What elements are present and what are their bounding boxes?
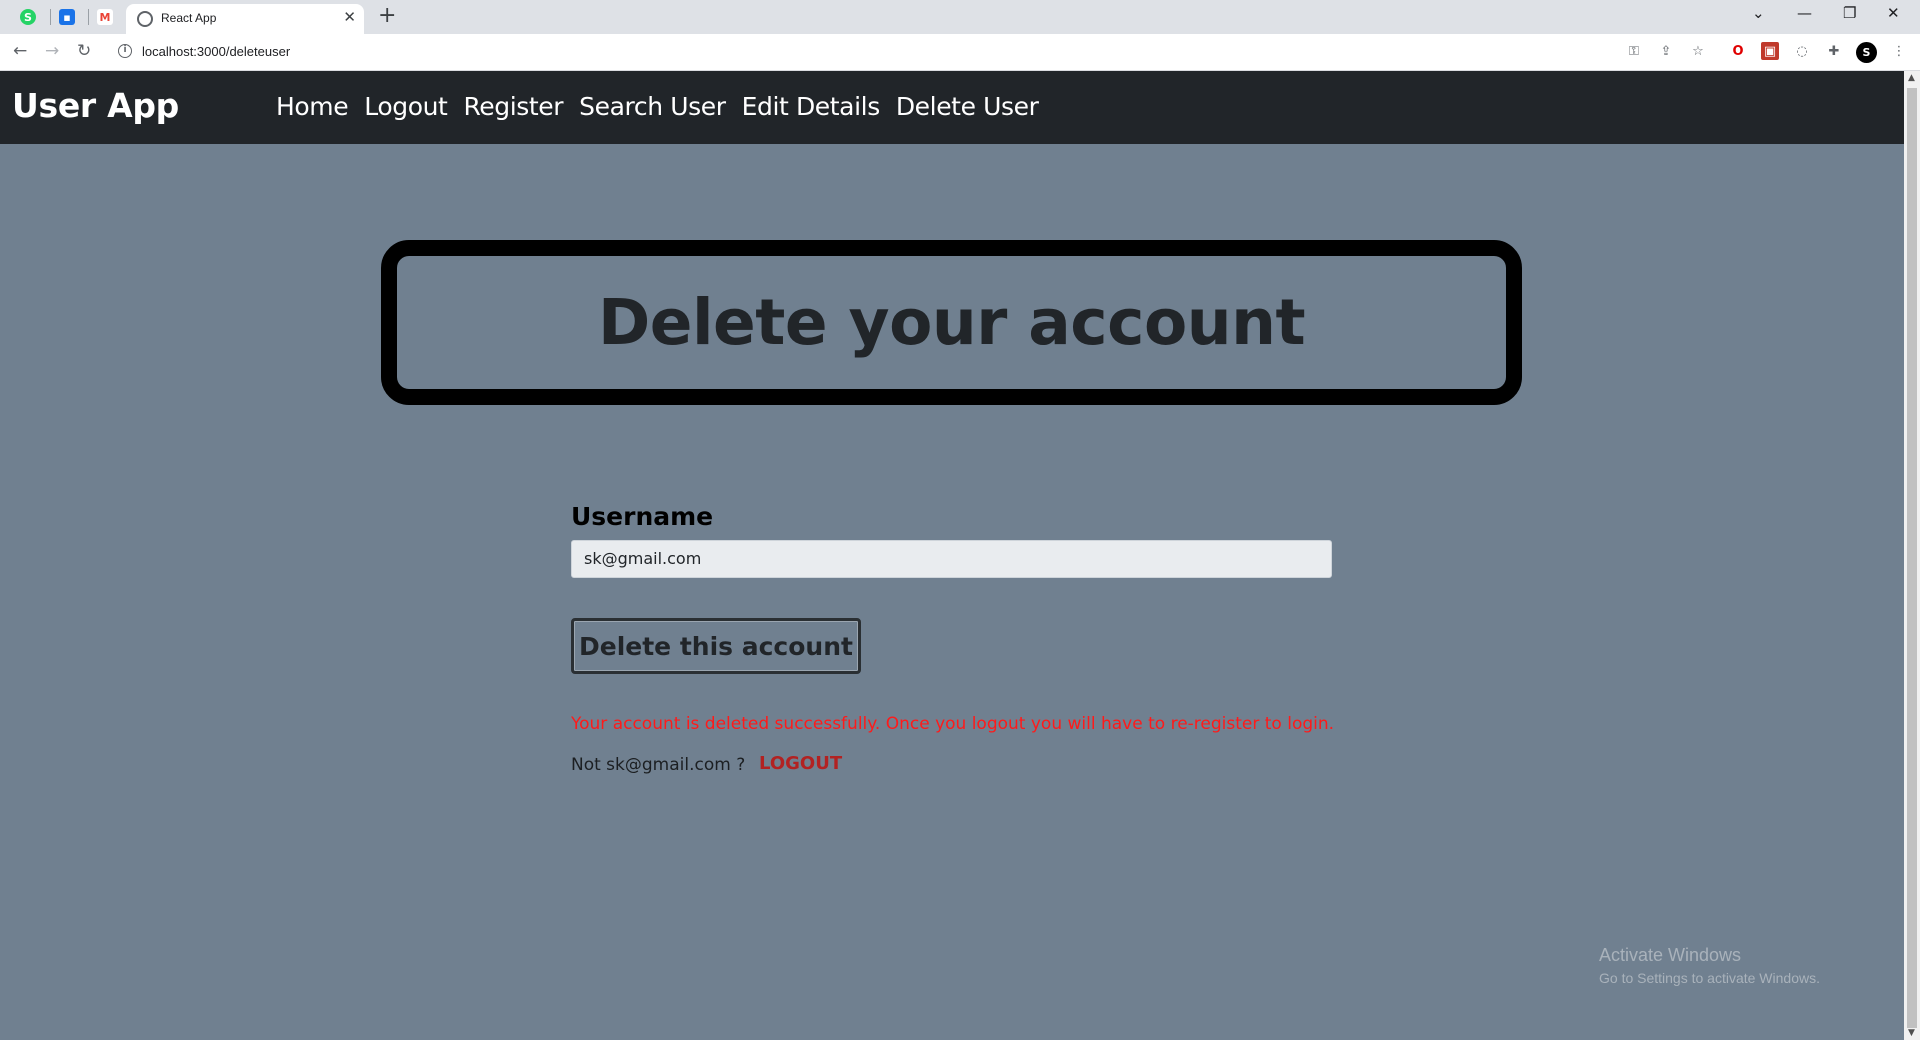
globe-icon <box>137 11 153 27</box>
scroll-down-arrow-icon[interactable]: ▼ <box>1908 1028 1915 1038</box>
pinned-tab-whatsapp[interactable]: S <box>14 6 42 28</box>
brand-logo[interactable]: User App <box>12 86 179 125</box>
minimize-icon[interactable]: — <box>1797 4 1812 22</box>
page-content: User App Home Logout Register Search Use… <box>0 71 1904 1040</box>
address-bar[interactable]: i localhost:3000/deleteuser <box>110 38 1690 66</box>
browser-toolbar: ← → ↻ i localhost:3000/deleteuser ⚿ ⇪ ☆ … <box>0 34 1920 71</box>
puzzle-extensions-icon[interactable]: ✚ <box>1825 42 1843 60</box>
menu-kebab-icon[interactable]: ⋮ <box>1890 42 1908 60</box>
title-box: Delete your account <box>381 240 1522 405</box>
extension-icon[interactable]: ◌ <box>1793 42 1811 60</box>
success-message: Your account is deleted successfully. On… <box>571 714 1335 734</box>
username-field[interactable]: sk@gmail.com <box>571 540 1332 578</box>
bookmark-star-icon[interactable]: ☆ <box>1689 42 1707 60</box>
back-arrow-icon[interactable]: ← <box>13 41 27 61</box>
pinned-tab-gmail[interactable]: M <box>91 6 119 28</box>
reload-icon[interactable]: ↻ <box>77 41 91 61</box>
tab-react-app[interactable]: React App ✕ <box>126 4 364 34</box>
nav-link-delete-user[interactable]: Delete User <box>896 92 1039 121</box>
page-title: Delete your account <box>597 286 1306 359</box>
username-label: Username <box>571 502 714 531</box>
windows-activation-watermark: Activate Windows Go to Settings to activ… <box>1599 945 1820 986</box>
nav-link-home[interactable]: Home <box>276 92 349 121</box>
url-text: localhost:3000/deleteuser <box>142 44 291 59</box>
contacts-icon: ▪ <box>59 9 75 25</box>
close-tab-icon[interactable]: ✕ <box>343 8 356 26</box>
nav-link-logout[interactable]: Logout <box>364 92 448 121</box>
vertical-scrollbar[interactable]: ▲ ▼ <box>1904 71 1920 1040</box>
not-user-text: Not sk@gmail.com ? <box>571 755 746 775</box>
delete-account-button[interactable]: Delete this account <box>571 618 861 674</box>
scrollbar-thumb[interactable] <box>1907 88 1917 1028</box>
pdf-extension-icon[interactable]: ▣ <box>1761 42 1779 60</box>
profile-avatar[interactable]: S <box>1856 42 1877 63</box>
nav-links: Home Logout Register Search User Edit De… <box>276 92 1039 121</box>
tab-separator <box>88 9 89 25</box>
opera-extension-icon[interactable]: O <box>1729 42 1747 60</box>
watermark-subtitle: Go to Settings to activate Windows. <box>1599 970 1820 986</box>
tab-title: React App <box>161 11 217 25</box>
browser-tab-bar: S ▪ M React App ✕ + ⌄ — ❐ ✕ <box>0 0 1920 34</box>
pinned-tab-contacts[interactable]: ▪ <box>53 6 81 28</box>
logout-link[interactable]: LOGOUT <box>759 753 842 774</box>
tab-search-chevron-icon[interactable]: ⌄ <box>1752 4 1765 22</box>
restore-icon[interactable]: ❐ <box>1843 4 1856 22</box>
key-icon[interactable]: ⚿ <box>1625 42 1643 60</box>
gmail-icon: M <box>97 9 113 25</box>
site-info-icon[interactable]: i <box>118 44 132 58</box>
new-tab-icon[interactable]: + <box>378 3 396 28</box>
nav-link-edit-details[interactable]: Edit Details <box>742 92 881 121</box>
nav-link-search-user[interactable]: Search User <box>579 92 726 121</box>
tab-separator <box>50 9 51 25</box>
forward-arrow-icon[interactable]: → <box>45 41 59 61</box>
whatsapp-icon: S <box>20 9 36 25</box>
scroll-up-arrow-icon[interactable]: ▲ <box>1908 73 1915 83</box>
close-window-icon[interactable]: ✕ <box>1887 4 1900 22</box>
app-navbar: User App Home Logout Register Search Use… <box>0 71 1904 144</box>
delete-account-form: Username sk@gmail.com Delete this accoun… <box>571 502 1334 775</box>
share-icon[interactable]: ⇪ <box>1657 42 1675 60</box>
nav-link-register[interactable]: Register <box>463 92 563 121</box>
watermark-title: Activate Windows <box>1599 945 1742 965</box>
